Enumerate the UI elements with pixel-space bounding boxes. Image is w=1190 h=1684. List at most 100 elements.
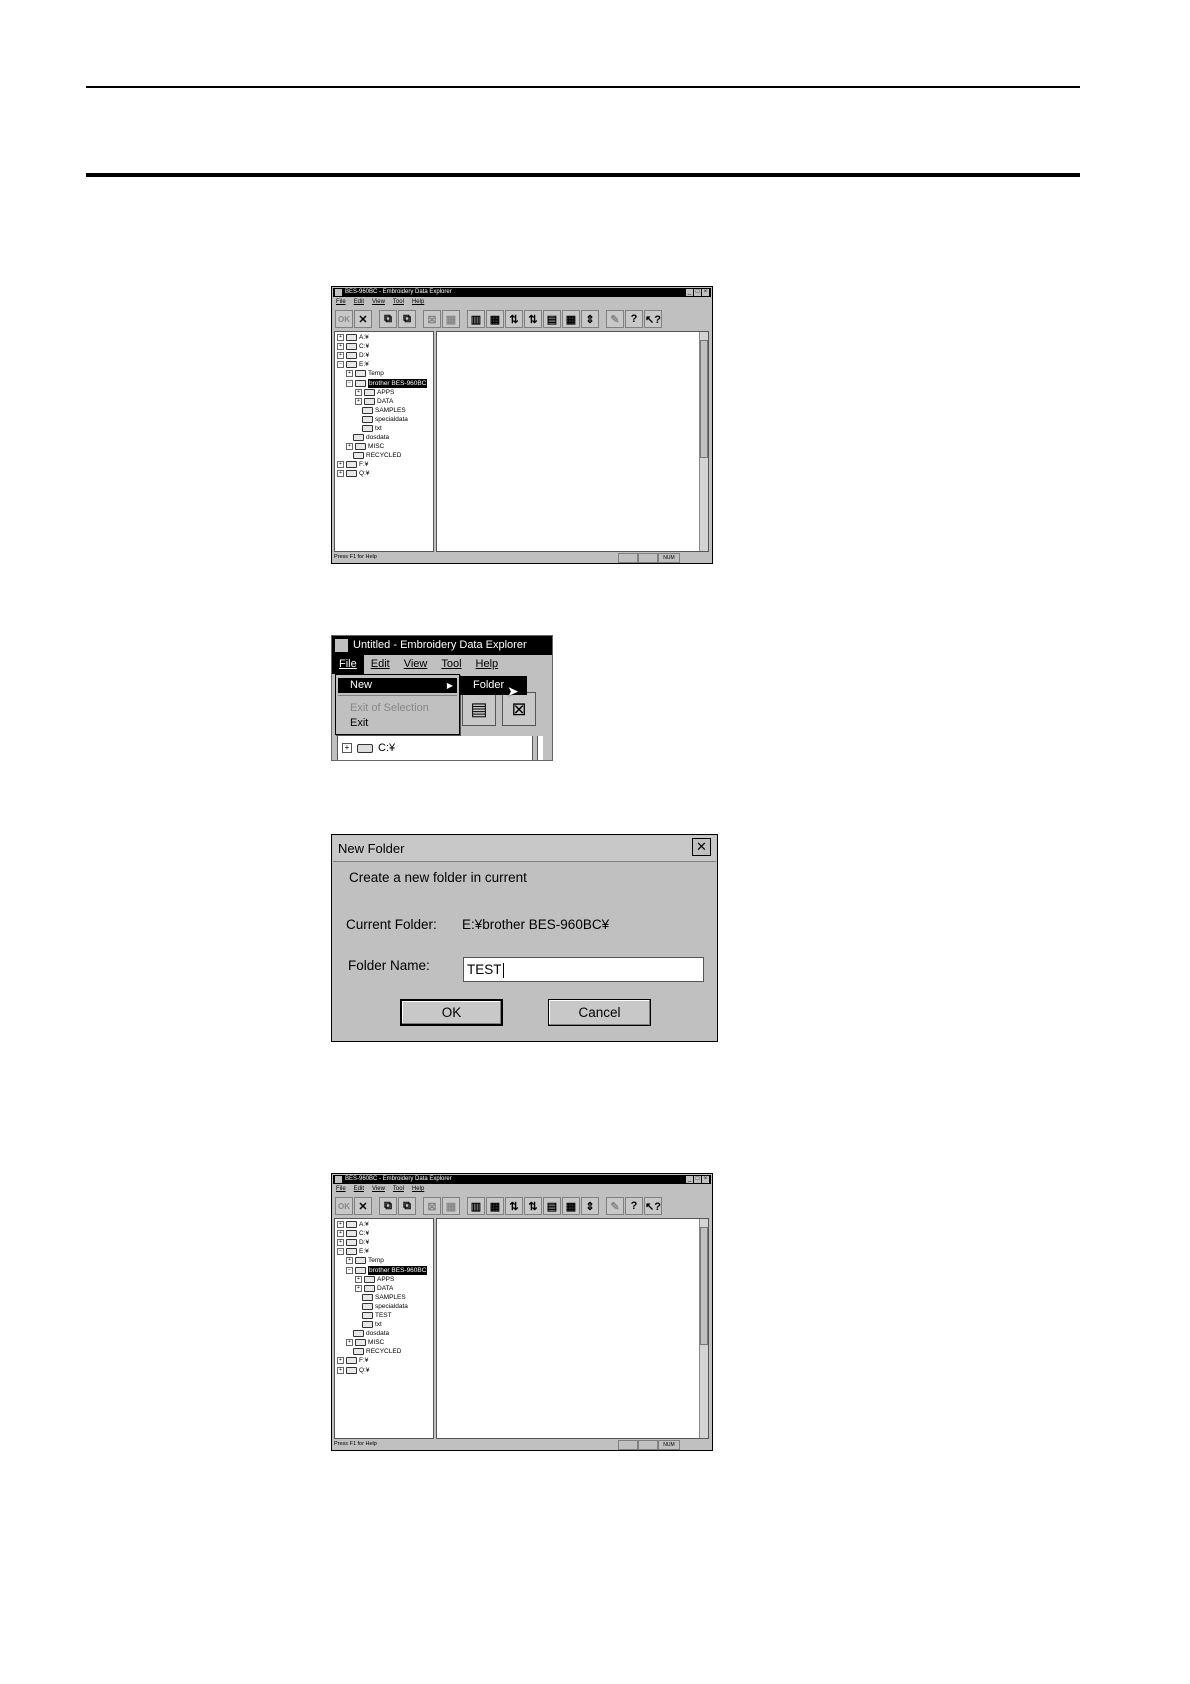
- toolbar-help-icon[interactable]: ?: [625, 310, 643, 328]
- toolbar-sort-up-icon[interactable]: ⇅: [505, 310, 523, 328]
- toolbar-ok-icon[interactable]: OK: [335, 310, 353, 328]
- toolbar-help-icon[interactable]: ?: [625, 1197, 643, 1215]
- toolbar-thumbs-icon[interactable]: ▦: [562, 310, 580, 328]
- tree-item[interactable]: − brother BES-960BC: [335, 1265, 433, 1275]
- tree-item[interactable]: + APPS: [335, 1275, 433, 1284]
- expand-icon[interactable]: +: [337, 1221, 344, 1229]
- toolbar-context-help-icon[interactable]: ↖?: [644, 1197, 662, 1215]
- folder-tree[interactable]: + A:¥ + C:¥ + D:¥ − E:¥ + Temp − brother BES-960BC +…: [334, 1218, 434, 1439]
- tree-item[interactable]: + D:¥: [335, 351, 433, 360]
- tree-item[interactable]: + DATA: [335, 1284, 433, 1293]
- toolbar-ok-icon[interactable]: OK: [335, 1197, 353, 1215]
- menu-file[interactable]: File: [332, 655, 364, 674]
- tree-item[interactable]: RECYCLED: [335, 451, 433, 460]
- expand-icon[interactable]: +: [337, 1357, 344, 1365]
- tree-item[interactable]: + D:¥: [335, 1238, 433, 1247]
- tree-item[interactable]: + Temp: [335, 1256, 433, 1265]
- expand-icon[interactable]: +: [337, 1366, 344, 1374]
- tree-item[interactable]: dosdata: [335, 1329, 433, 1338]
- expand-icon[interactable]: +: [346, 443, 353, 451]
- tree-item[interactable]: + A:¥: [335, 333, 433, 342]
- menu-help[interactable]: Help: [412, 1185, 424, 1194]
- tree-item[interactable]: + APPS: [335, 388, 433, 397]
- scrollbar-thumb[interactable]: [700, 1227, 708, 1345]
- toolbar-list-icon[interactable]: ▦: [486, 310, 504, 328]
- ok-button[interactable]: OK: [400, 999, 503, 1026]
- expand-icon[interactable]: +: [337, 334, 344, 342]
- tree-item[interactable]: specialdata: [335, 415, 433, 424]
- tree-item-label[interactable]: C:¥: [378, 742, 395, 754]
- menu-item-exit-of-selection[interactable]: Exit of Selection: [338, 701, 457, 716]
- tree-item[interactable]: + Q:¥: [335, 1366, 433, 1375]
- vertical-scrollbar[interactable]: [699, 332, 708, 551]
- minimize-button[interactable]: _: [686, 1176, 693, 1183]
- collapse-icon[interactable]: −: [346, 379, 353, 387]
- tree-item[interactable]: + F:¥: [335, 1356, 433, 1365]
- tree-item[interactable]: − E:¥: [335, 1247, 433, 1256]
- expand-icon[interactable]: +: [337, 461, 344, 469]
- toolbar-paste-icon[interactable]: ⧉: [398, 1197, 416, 1215]
- collapse-icon[interactable]: −: [337, 1248, 344, 1256]
- toolbar-sort-vert-icon[interactable]: ⇕: [581, 1197, 599, 1215]
- menu-file[interactable]: File: [336, 298, 346, 307]
- expand-icon[interactable]: +: [337, 352, 344, 360]
- menu-file[interactable]: File: [336, 1185, 346, 1194]
- expand-icon[interactable]: +: [355, 1275, 362, 1283]
- toolbar-details-icon[interactable]: ▤: [543, 310, 561, 328]
- minimize-button[interactable]: _: [686, 289, 693, 296]
- expand-icon[interactable]: +: [346, 370, 353, 378]
- expand-icon[interactable]: +: [355, 397, 362, 405]
- toolbar-sort-vert-icon[interactable]: ⇕: [581, 310, 599, 328]
- toolbar-grid-icon[interactable]: ▦: [442, 310, 460, 328]
- toolbar-sort-down-icon[interactable]: ⇅: [524, 310, 542, 328]
- maximize-button[interactable]: □: [694, 289, 701, 296]
- close-button[interactable]: ×: [702, 1176, 709, 1183]
- tree-item[interactable]: − brother BES-960BC: [335, 378, 433, 388]
- toolbar-sort-down-icon[interactable]: ⇅: [524, 1197, 542, 1215]
- splitter[interactable]: [532, 736, 538, 760]
- folder-tree[interactable]: + A:¥ + C:¥ + D:¥ − E:¥ + Temp − brother BES-960BC +…: [334, 331, 434, 552]
- collapse-icon[interactable]: −: [346, 1266, 353, 1274]
- toolbar-delete-icon[interactable]: ⊠: [423, 1197, 441, 1215]
- toolbar-context-help-icon[interactable]: ↖?: [644, 310, 662, 328]
- tree-item[interactable]: + C:¥: [335, 342, 433, 351]
- menu-help[interactable]: Help: [469, 655, 506, 674]
- expand-icon[interactable]: +: [346, 1339, 353, 1347]
- toolbar-thumbs-icon[interactable]: ▦: [562, 1197, 580, 1215]
- expand-icon[interactable]: +: [337, 1239, 344, 1247]
- menu-edit[interactable]: Edit: [354, 1185, 364, 1194]
- toolbar-copy-icon[interactable]: ⧉: [379, 1197, 397, 1215]
- tree-item[interactable]: + C:¥: [335, 1229, 433, 1238]
- toolbar-delete-icon[interactable]: ⊠: [423, 310, 441, 328]
- menu-view[interactable]: View: [372, 298, 385, 307]
- tree-item[interactable]: SAMPLES: [335, 406, 433, 415]
- tree-item[interactable]: txt: [335, 1320, 433, 1329]
- expand-icon[interactable]: +: [346, 1257, 353, 1265]
- tree-item[interactable]: + Temp: [335, 369, 433, 378]
- tree-item[interactable]: + A:¥: [335, 1220, 433, 1229]
- folder-name-input[interactable]: TEST: [463, 957, 704, 982]
- toolbar-copy-icon[interactable]: ⧉: [379, 310, 397, 328]
- vertical-scrollbar[interactable]: [699, 1219, 708, 1438]
- expand-icon[interactable]: +: [355, 388, 362, 396]
- menu-edit[interactable]: Edit: [354, 298, 364, 307]
- tree-item[interactable]: RECYCLED: [335, 1347, 433, 1356]
- expand-icon[interactable]: +: [342, 743, 352, 753]
- tree-item[interactable]: TEST: [335, 1311, 433, 1320]
- close-icon[interactable]: ✕: [692, 838, 711, 856]
- cancel-button[interactable]: Cancel: [548, 999, 651, 1026]
- tree-item[interactable]: + F:¥: [335, 460, 433, 469]
- toolbar-edit-icon[interactable]: ✎: [606, 310, 624, 328]
- scrollbar-thumb[interactable]: [700, 340, 708, 458]
- tree-item[interactable]: SAMPLES: [335, 1293, 433, 1302]
- tree-item[interactable]: + MISC: [335, 1338, 433, 1347]
- menu-edit[interactable]: Edit: [364, 655, 397, 674]
- menu-help[interactable]: Help: [412, 298, 424, 307]
- toolbar-details-icon[interactable]: ▤: [543, 1197, 561, 1215]
- toolbar-columns-icon[interactable]: ▥: [467, 310, 485, 328]
- toolbar-list-icon[interactable]: ▦: [486, 1197, 504, 1215]
- tree-item[interactable]: + DATA: [335, 397, 433, 406]
- toolbar-sort-up-icon[interactable]: ⇅: [505, 1197, 523, 1215]
- menu-tool[interactable]: Tool: [393, 1185, 404, 1194]
- collapse-icon[interactable]: −: [337, 361, 344, 369]
